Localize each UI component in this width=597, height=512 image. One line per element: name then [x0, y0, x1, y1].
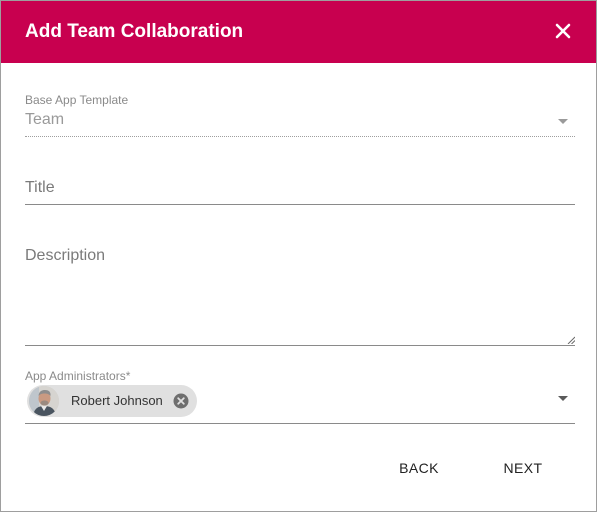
- resize-grip-icon[interactable]: [567, 336, 575, 344]
- chevron-down-icon[interactable]: [558, 396, 568, 401]
- description-underline: [25, 345, 575, 346]
- next-button[interactable]: NEXT: [489, 453, 557, 483]
- chevron-down-icon: [558, 119, 568, 124]
- remove-circle-icon: [173, 393, 189, 409]
- base-template-value: Team: [25, 111, 65, 128]
- title-underline: [25, 204, 575, 205]
- avatar: [29, 386, 59, 416]
- person-avatar-icon: [29, 386, 59, 416]
- back-button[interactable]: BACK: [385, 453, 453, 483]
- description-textarea[interactable]: Description: [25, 239, 575, 349]
- title-input[interactable]: Title: [25, 171, 575, 207]
- administrators-underline: [25, 423, 575, 424]
- base-template-underline: [25, 136, 575, 137]
- administrator-chip[interactable]: Robert Johnson: [27, 385, 197, 417]
- base-template-label: Base App Template: [25, 93, 129, 107]
- remove-chip-button[interactable]: [173, 393, 189, 409]
- description-placeholder: Description: [25, 247, 106, 264]
- title-placeholder: Title: [25, 179, 55, 196]
- administrators-label: App Administrators*: [25, 369, 131, 383]
- base-template-select[interactable]: Base App Template Team: [25, 1, 575, 141]
- administrator-name: Robert Johnson: [71, 393, 163, 408]
- add-team-collaboration-dialog: Add Team Collaboration Base App Template…: [0, 0, 597, 512]
